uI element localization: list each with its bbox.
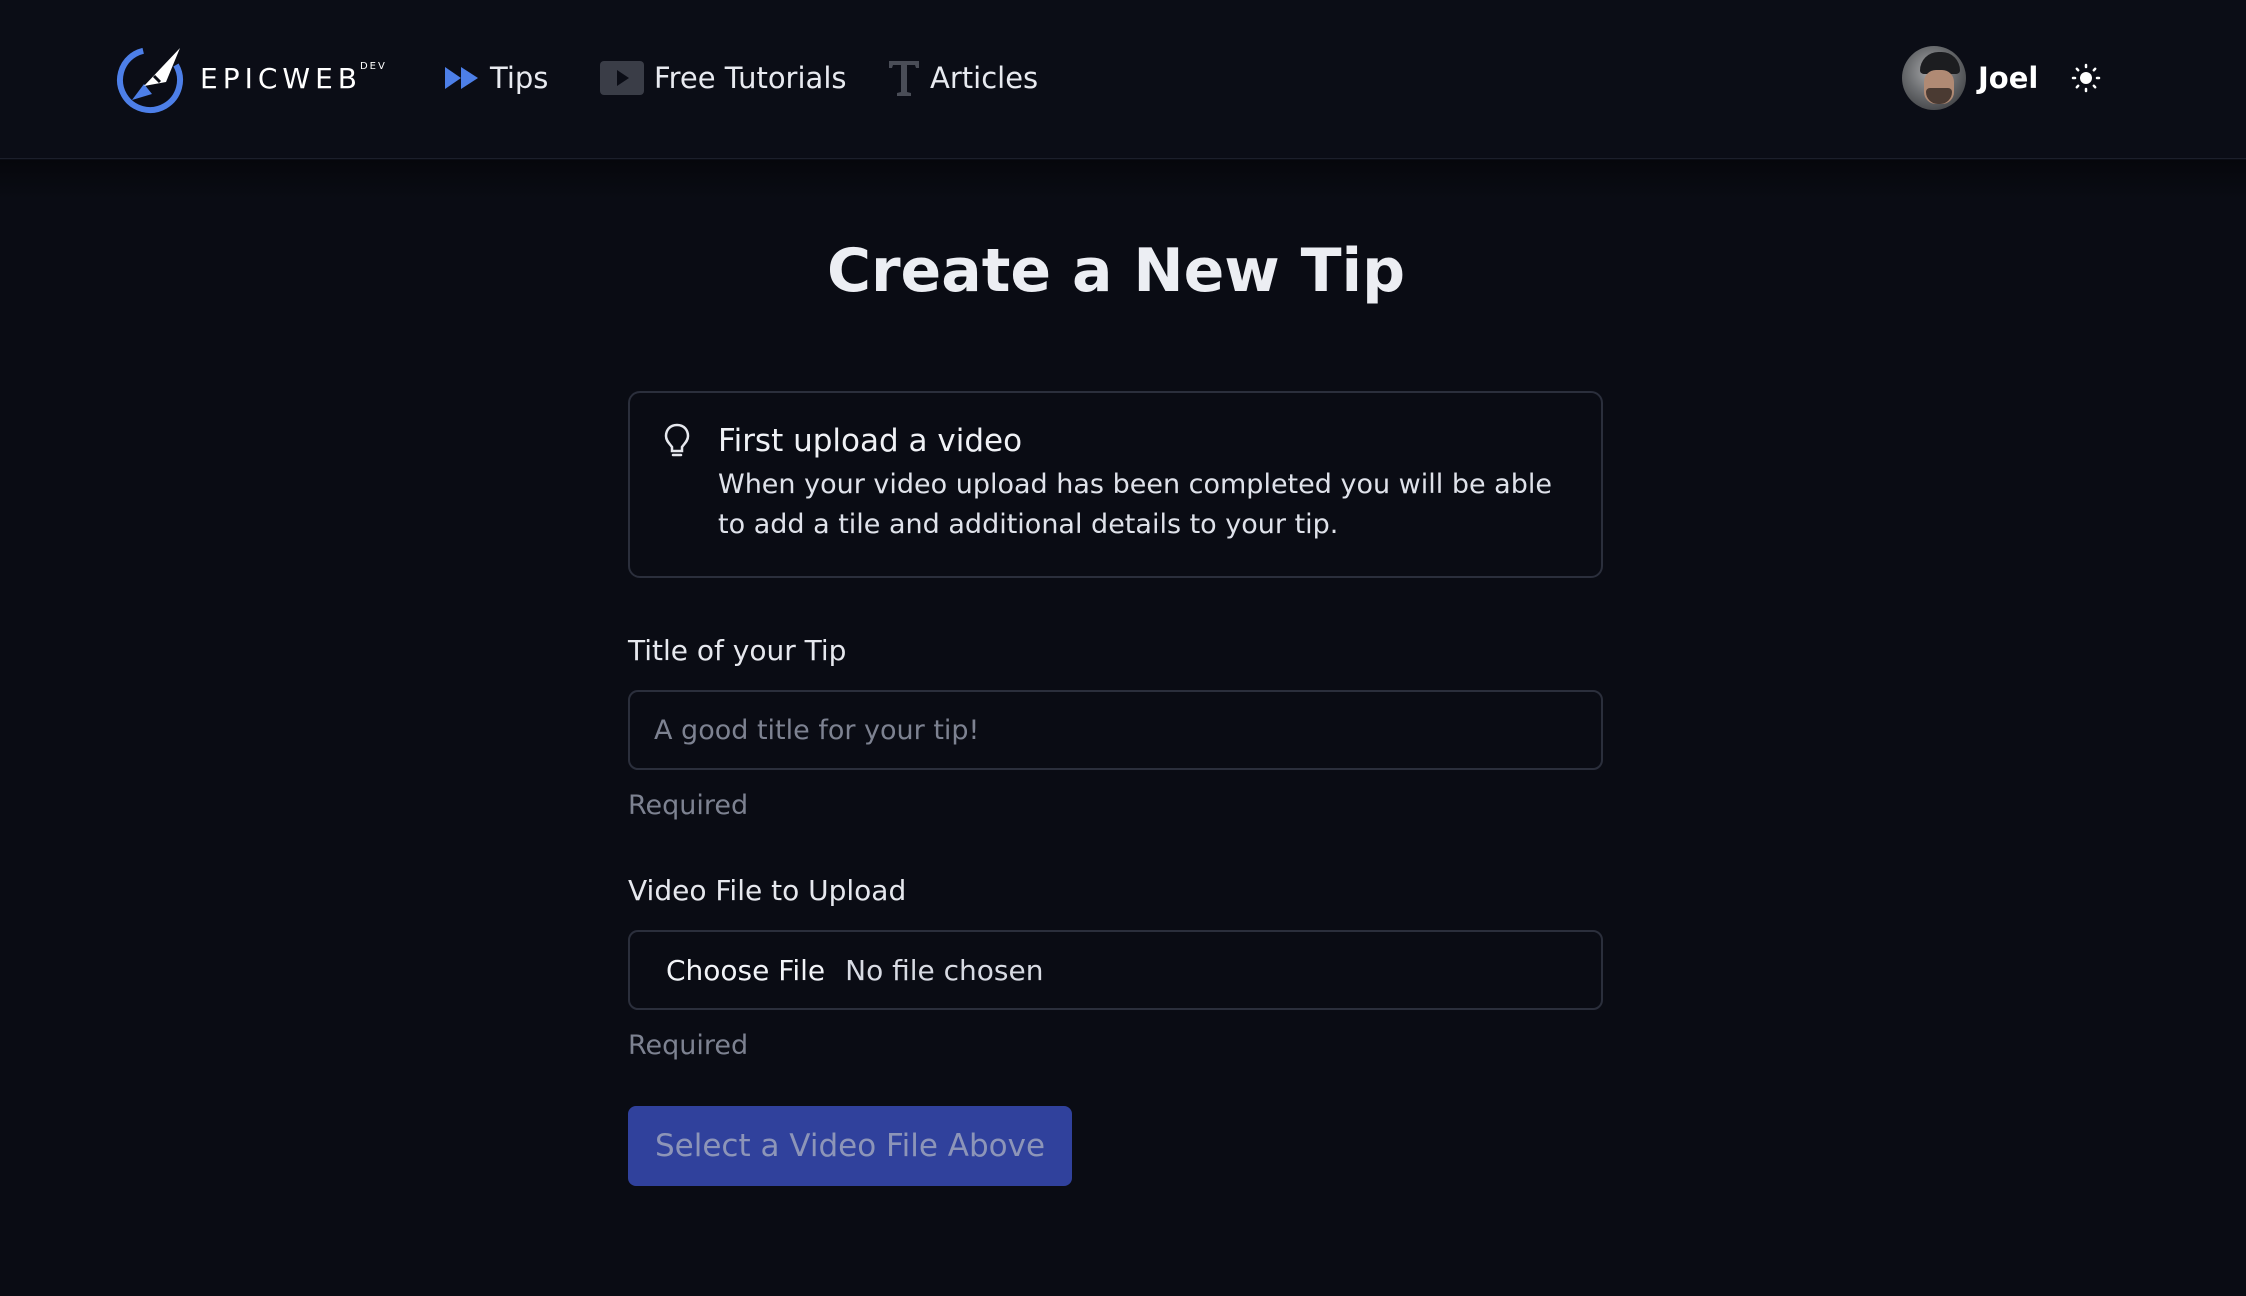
submit-button[interactable]: Select a Video File Above xyxy=(628,1106,1072,1186)
video-file-input[interactable]: Choose File No file chosen xyxy=(628,930,1603,1010)
page-title: Create a New Tip xyxy=(826,236,1406,306)
user-name: Joel xyxy=(1978,61,2039,95)
nav-free-tutorials-label: Free Tutorials xyxy=(654,61,847,95)
logo-wordmark: EPICWEB xyxy=(200,61,362,95)
tip-title-required-hint: Required xyxy=(628,790,749,821)
lightbulb-icon xyxy=(664,423,690,463)
avatar xyxy=(1902,46,1966,110)
theme-toggle-button[interactable] xyxy=(2068,60,2104,96)
nav-articles[interactable]: Articles xyxy=(888,54,1038,102)
video-file-required-hint: Required xyxy=(628,1030,749,1061)
choose-file-button[interactable]: Choose File xyxy=(666,954,825,987)
user-menu[interactable]: Joel xyxy=(1902,45,2038,111)
callout-body: When your video upload has been complete… xyxy=(718,469,1552,540)
tip-title-input[interactable] xyxy=(628,690,1603,770)
video-file-label: Video File to Upload xyxy=(628,874,907,907)
nav-free-tutorials[interactable]: Free Tutorials xyxy=(600,54,846,102)
nav-tips[interactable]: Tips xyxy=(444,54,548,102)
rocket-logo-icon xyxy=(117,47,183,113)
header-shadow xyxy=(0,160,2246,200)
nav-articles-label: Articles xyxy=(930,61,1039,95)
top-navigation-bar: EPICWEB DEV Tips Free Tutorials Articles xyxy=(0,0,2246,159)
tip-title-label: Title of your Tip xyxy=(628,634,847,667)
callout-title: First upload a video xyxy=(718,423,1023,459)
play-icon xyxy=(600,61,644,95)
file-status-text: No file chosen xyxy=(845,953,1044,987)
sun-icon xyxy=(2071,63,2101,93)
fast-forward-icon xyxy=(444,66,480,90)
nav-tips-label: Tips xyxy=(490,61,549,95)
epicweb-logo[interactable]: EPICWEB DEV xyxy=(114,42,387,114)
text-t-icon xyxy=(888,59,920,97)
info-callout: First upload a video When your video upl… xyxy=(628,391,1603,578)
logo-superscript: DEV xyxy=(359,60,387,72)
